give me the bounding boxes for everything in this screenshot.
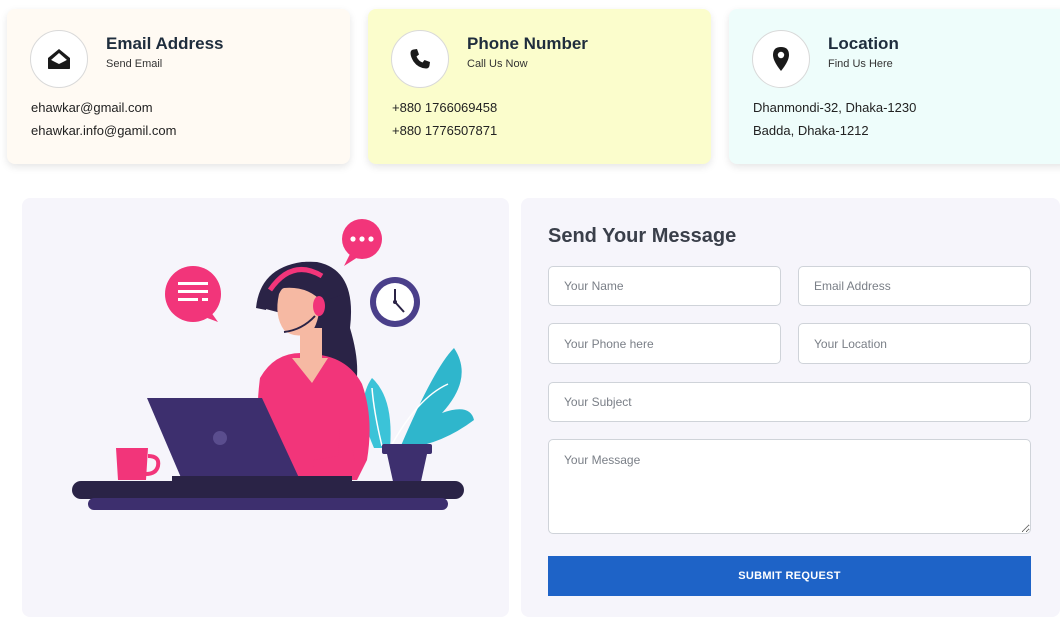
form-title: Send Your Message xyxy=(548,225,737,247)
illustration-panel xyxy=(22,198,509,617)
location-card-subtitle: Find Us Here xyxy=(828,58,893,70)
location-card-title: Location xyxy=(828,34,899,53)
phone-card-title: Phone Number xyxy=(467,34,588,53)
location-input[interactable] xyxy=(798,323,1031,364)
coffee-mug-icon xyxy=(116,448,161,480)
map-pin-icon xyxy=(773,47,789,71)
envelope-icon-circle xyxy=(30,30,88,88)
map-pin-icon-circle xyxy=(752,30,810,88)
phone-primary[interactable]: +880 1766069458 xyxy=(392,100,497,115)
location-secondary: Badda, Dhaka-1212 xyxy=(753,123,869,138)
submit-request-button[interactable]: SUBMIT REQUEST xyxy=(548,556,1031,596)
email-primary[interactable]: ehawkar@gmail.com xyxy=(31,100,153,115)
email-address-input[interactable] xyxy=(798,266,1031,306)
your-name-input[interactable] xyxy=(548,266,781,306)
typing-bubble-icon xyxy=(342,219,382,266)
email-secondary[interactable]: ehawkar.info@gamil.com xyxy=(31,123,176,138)
clock-icon xyxy=(370,277,420,327)
message-textarea[interactable] xyxy=(548,439,1031,534)
phone-card-subtitle: Call Us Now xyxy=(467,58,528,70)
phone-icon xyxy=(410,49,430,69)
plant-icon xyxy=(363,348,474,486)
location-card: Location Find Us Here Dhanmondi-32, Dhak… xyxy=(729,9,1060,164)
phone-card: Phone Number Call Us Now +880 1766069458… xyxy=(368,9,711,164)
chat-lines-icon xyxy=(165,266,221,322)
location-primary: Dhanmondi-32, Dhaka-1230 xyxy=(753,100,917,115)
phone-input[interactable] xyxy=(548,323,781,364)
email-card-subtitle: Send Email xyxy=(106,58,163,70)
phone-icon-circle xyxy=(391,30,449,88)
subject-input[interactable] xyxy=(548,382,1031,422)
envelope-icon xyxy=(48,49,70,69)
customer-support-illustration xyxy=(72,219,474,510)
email-card: Email Address Send Email ehawkar@gmail.c… xyxy=(7,9,350,164)
email-card-title: Email Address xyxy=(106,34,224,53)
phone-secondary[interactable]: +880 1776507871 xyxy=(392,123,497,138)
